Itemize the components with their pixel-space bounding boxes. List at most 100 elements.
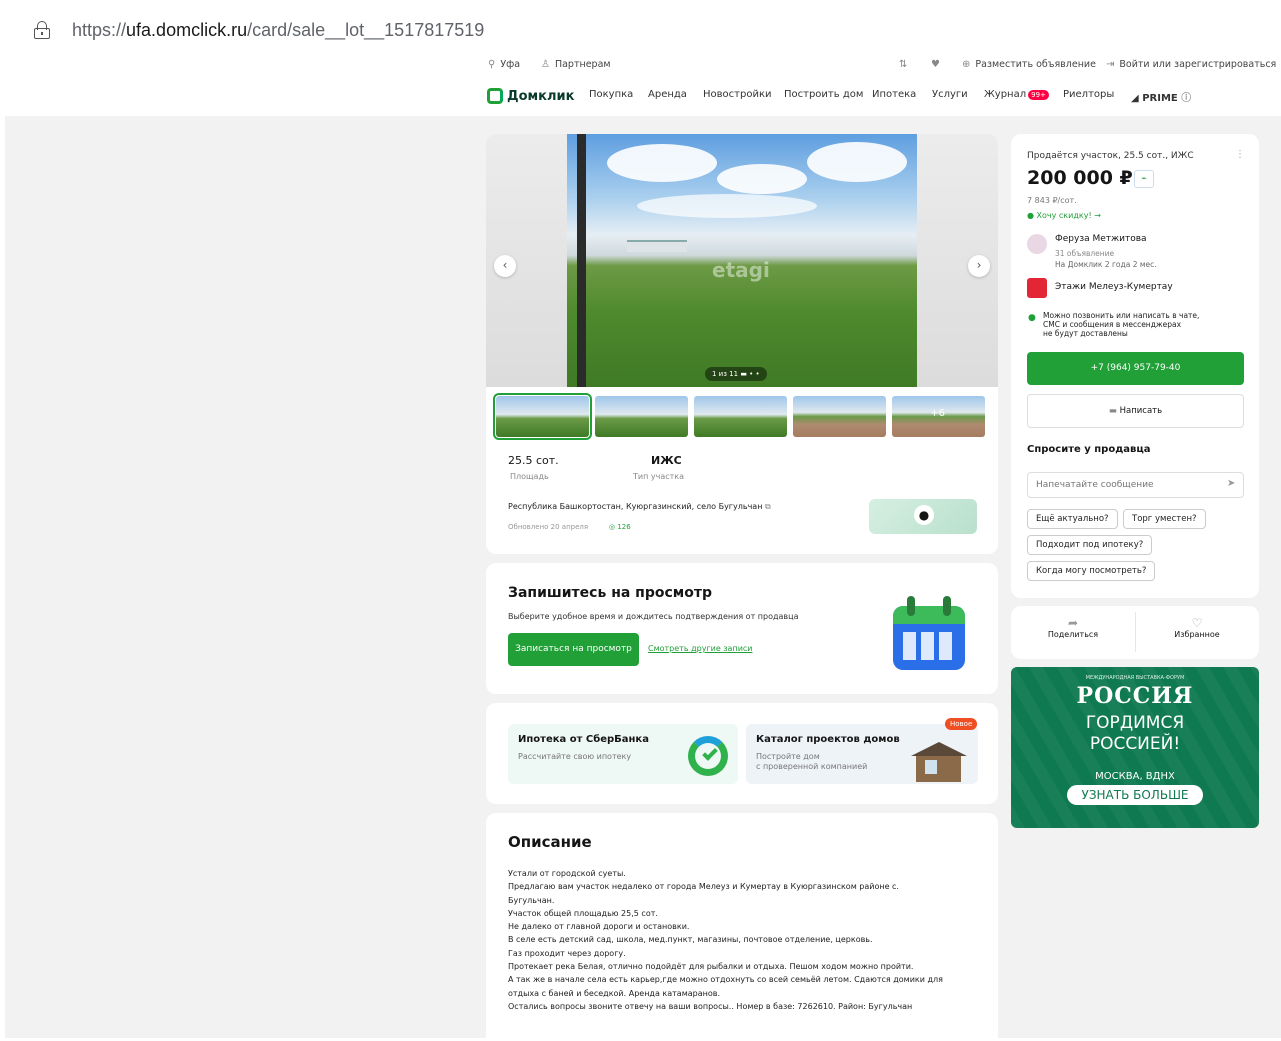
description-text: Устали от городской суеты. Предлагаю вам…: [508, 869, 943, 1011]
ad-line2: РОССИЕЙ!: [1089, 734, 1181, 754]
more-options-icon[interactable]: ⋮: [1235, 149, 1245, 160]
share-icon: ➦: [1067, 616, 1079, 630]
compare-icon[interactable]: ⇅: [899, 59, 907, 70]
mortgage-promo[interactable]: Ипотека от СберБанка Рассчитайте свою ип…: [508, 724, 738, 784]
person-icon: ♙: [541, 59, 550, 70]
area-label: Площадь: [510, 472, 549, 481]
nav-prime[interactable]: ◢ PRIME ⓘ: [1131, 89, 1191, 104]
ask-title: Спросите у продавца: [1027, 444, 1151, 455]
nav-mortgage[interactable]: Ипотека: [872, 89, 916, 100]
map-preview[interactable]: ●: [869, 499, 977, 534]
nav-buy[interactable]: Покупка: [589, 89, 633, 100]
info-icon: ⓘ: [1181, 93, 1192, 104]
phone-button[interactable]: +7 (964) 957-79-40: [1027, 352, 1244, 385]
discount-link[interactable]: ● Хочу скидку! →: [1027, 211, 1101, 220]
percent-icon: ●: [1027, 211, 1034, 220]
quick-question-chip[interactable]: Торг уместен?: [1123, 509, 1206, 529]
nav-build-house[interactable]: Построить дом: [784, 89, 863, 100]
viewing-title: Запишитесь на просмотр: [508, 585, 712, 601]
next-photo-button[interactable]: ›: [968, 255, 990, 277]
quick-question-chip[interactable]: Когда могу посмотреть?: [1027, 561, 1156, 581]
partners-link[interactable]: ♙ Партнерам: [541, 59, 611, 70]
sber-logo-icon: [688, 736, 728, 776]
message-input[interactable]: [1027, 472, 1244, 498]
promo-title: Ипотека от СберБанка: [518, 734, 649, 745]
new-badge: Новое: [945, 718, 978, 730]
agent-avatar: [1027, 234, 1047, 254]
site-header: ⚲ Уфа ♙ Партнерам ⇅ ♥ ⊕ Разместить объявлен…: [5, 56, 1281, 116]
nav-new-buildings[interactable]: Новостройки: [703, 89, 771, 100]
listing-heading: Продаётся участок, 25.5 сот., ИЖС: [1027, 151, 1194, 161]
url-text[interactable]: https://ufa.domclick.ru/card/sale__lot__…: [72, 20, 484, 41]
logo-icon: [487, 88, 503, 104]
prime-icon: ◢: [1131, 93, 1139, 104]
page: ⚲ Уфа ♙ Партнерам ⇅ ♥ ⊕ Разместить объявлен…: [5, 56, 1281, 1038]
favorite-button[interactable]: ♡ Избранное: [1135, 616, 1259, 639]
promo-subtitle: Рассчитайте свою ипотеку: [518, 752, 632, 761]
promo-title: Каталог проектов домов: [756, 734, 900, 745]
area-value: 25.5 сот.: [508, 454, 559, 467]
price-chart-icon[interactable]: ⌁: [1134, 170, 1154, 188]
heart-icon[interactable]: ♥: [931, 59, 940, 70]
address-bar[interactable]: https://ufa.domclick.ru/card/sale__lot__…: [8, 8, 1278, 52]
price: 200 000 ₽: [1027, 167, 1133, 189]
ad-top: МЕЖДУНАРОДНАЯ ВЫСТАВКА-ФОРУМ: [1085, 675, 1185, 681]
agent-ads: 31 объявление: [1055, 249, 1115, 258]
agency-name[interactable]: Этажи Мелеуз-Кумертау: [1055, 282, 1173, 292]
photo-counter: 1 из 11 ▬ • •: [705, 367, 767, 381]
nav-journal[interactable]: Журнал 99+: [984, 89, 1049, 100]
watermark: etagi: [712, 258, 770, 282]
share-button[interactable]: ➦ Поделиться: [1011, 616, 1135, 639]
write-button[interactable]: ▬ Написать: [1027, 394, 1244, 428]
prev-photo-button[interactable]: ‹: [494, 255, 516, 277]
journal-badge: 99+: [1028, 90, 1049, 100]
quick-question-chip[interactable]: Ещё актуально?: [1027, 509, 1118, 529]
send-icon[interactable]: ➤: [1227, 478, 1235, 489]
ad-cta-button[interactable]: УЗНАТЬ БОЛЬШЕ: [1067, 785, 1203, 805]
book-viewing-button[interactable]: Записаться на просмотр: [508, 633, 639, 666]
ad-place: МОСКВА, ВДНХ: [1095, 771, 1175, 782]
agency-logo-icon: [1027, 278, 1047, 298]
views-count: ◎ 126: [609, 523, 631, 531]
type-value: ИЖС: [651, 454, 682, 467]
thumbnail[interactable]: [595, 396, 688, 437]
login-link[interactable]: ⇥ Войти или зарегистрироваться: [1106, 59, 1276, 70]
thumbnail[interactable]: [493, 393, 592, 440]
city-selector[interactable]: ⚲ Уфа: [488, 59, 520, 70]
domclick-logo[interactable]: Домклик: [487, 88, 574, 104]
other-bookings-link[interactable]: Смотреть другие записи: [648, 644, 753, 653]
check-shield-icon: ●: [1028, 313, 1036, 323]
photo-gallery[interactable]: etagi ‹ › 1 из 11 ▬ • •: [486, 134, 998, 387]
ad-line1: ГОРДИМСЯ: [1085, 713, 1185, 733]
updated-date: Обновлено 20 апреля: [508, 523, 589, 531]
copy-icon[interactable]: ⧉: [765, 502, 771, 511]
nav-services[interactable]: Услуги: [932, 89, 968, 100]
thumbnail-strip: +6: [493, 393, 985, 440]
agent-since: На Домклик 2 года 2 мес.: [1055, 260, 1157, 269]
price-per-unit: 7 843 ₽/сот.: [1027, 196, 1077, 205]
nav-realtors[interactable]: Риелторы: [1063, 89, 1114, 100]
house-icon: [911, 742, 967, 782]
thumbnail[interactable]: [694, 396, 787, 437]
location-pin-icon: ⚲: [488, 59, 496, 70]
thumbnail-more[interactable]: +6: [892, 396, 985, 437]
agent-name[interactable]: Феруза Метжитова: [1055, 234, 1147, 244]
thumbnail[interactable]: [793, 396, 886, 437]
address: Республика Башкортостан, Куюргазинский, …: [508, 502, 771, 511]
ad-banner[interactable]: МЕЖДУНАРОДНАЯ ВЫСТАВКА-ФОРУМ РОССИЯ ГОРД…: [1011, 667, 1259, 828]
chat-icon: ▬: [1108, 406, 1117, 416]
contact-notice: Можно позвонить или написать в чате, СМС…: [1043, 311, 1200, 338]
calendar-icon: [893, 596, 965, 670]
heart-outline-icon: ♡: [1191, 616, 1203, 630]
promo-subtitle: Постройте дом с проверенной компанией: [756, 752, 868, 771]
plus-circle-icon: ⊕: [962, 59, 971, 70]
map-pin-icon: ●: [914, 505, 934, 525]
nav-rent[interactable]: Аренда: [648, 89, 687, 100]
viewing-subtitle: Выберите удобное время и дождитесь подтв…: [508, 612, 799, 621]
quick-question-chip[interactable]: Подходит под ипотеку?: [1027, 535, 1153, 555]
type-label: Тип участка: [633, 472, 685, 481]
post-ad-link[interactable]: ⊕ Разместить объявление: [962, 59, 1096, 70]
house-catalog-promo[interactable]: Каталог проектов домов Постройте дом с п…: [746, 724, 978, 784]
ad-brand: РОССИЯ: [1076, 683, 1194, 709]
login-icon: ⇥: [1106, 59, 1115, 70]
